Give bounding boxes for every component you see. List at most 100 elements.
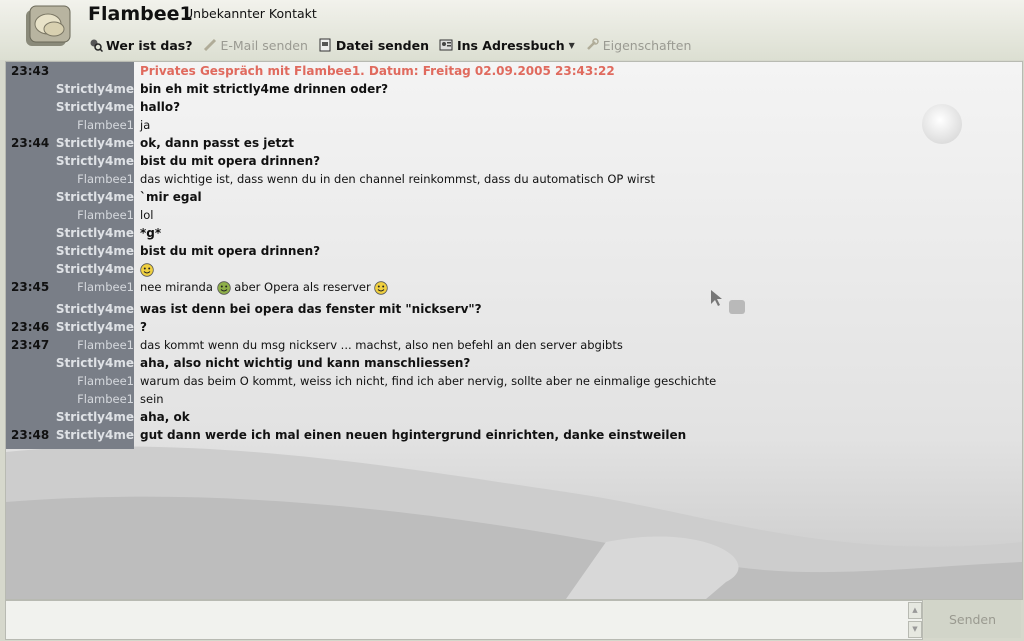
message-row: Flambee1 das wichtige ist, dass wenn du i… (6, 170, 1022, 188)
message-text-part: das wichtige ist, dass wenn du in den ch… (140, 172, 655, 186)
message-text: ? (140, 318, 147, 336)
document-icon (318, 38, 333, 53)
message-text: ja (140, 116, 150, 134)
message-text-part: warum das beim O kommt, weiss ich nicht,… (140, 374, 717, 388)
message-text (140, 260, 154, 278)
send-email-button[interactable]: E-Mail senden (202, 37, 308, 53)
send-button[interactable]: Senden (924, 600, 1021, 638)
message-nick: Strictly4me (55, 226, 134, 240)
message-nick: Flambee1 (77, 392, 134, 406)
message-text-part: hallo? (140, 100, 181, 114)
message-row: Flambee1 sein (6, 390, 1022, 408)
window-header: Flambee1 Unbekannter Kontakt Wer ist das… (0, 0, 1024, 60)
message-text-part: *g* (140, 226, 162, 240)
message-nick: Strictly4me (55, 136, 134, 150)
scroll-up-arrow[interactable]: ▲ (908, 602, 922, 619)
chevron-down-icon[interactable]: ▼ (569, 41, 575, 50)
message-nick: Strictly4me (55, 320, 134, 334)
who-is-button[interactable]: Wer ist das? (88, 38, 192, 53)
add-to-addressbook-label: Ins Adressbuch (456, 37, 565, 53)
message-text: bin eh mit strictly4me drinnen oder? (140, 80, 388, 98)
message-nick: Strictly4me (55, 356, 134, 370)
address-book-icon (439, 38, 454, 53)
message-row: 23:44 Strictly4me ok, dann passt es jetzt (6, 134, 1022, 152)
message-row: Flambee1 ja (6, 116, 1022, 134)
message-nick: Flambee1 (77, 374, 134, 388)
message-text-part: nee miranda (140, 280, 213, 294)
send-email-label: E-Mail senden (220, 37, 308, 53)
properties-button[interactable]: Eigenschaften (585, 37, 692, 53)
wrench-icon (585, 38, 600, 53)
message-timestamp: 23:44 (11, 136, 50, 150)
message-row: Flambee1 warum das beim O kommt, weiss ic… (6, 372, 1022, 390)
message-row: Strictly4me bist du mit opera drinnen? (6, 152, 1022, 170)
message-text-part: aha, ok (140, 410, 190, 424)
message-row: Strictly4me bist du mit opera drinnen? (6, 242, 1022, 260)
send-file-label: Datei senden (335, 37, 429, 53)
message-text-part: bist du mit opera drinnen? (140, 154, 321, 168)
message-row: 23:47 Flambee1 das kommt wenn du msg nicks… (6, 336, 1022, 354)
message-text: ok, dann passt es jetzt (140, 134, 294, 152)
send-file-button[interactable]: Datei senden (318, 38, 429, 53)
message-nick: Flambee1 (77, 338, 134, 352)
message-nick: Strictly4me (55, 244, 134, 258)
message-text: aha, also nicht wichtig und kann manschl… (140, 354, 470, 372)
message-row: 23:45 Flambee1 nee miranda aber Opera als … (6, 278, 1022, 300)
contact-status: Unbekannter Kontakt (184, 6, 317, 21)
message-nick: Flambee1 (77, 118, 134, 132)
message-text: gut dann werde ich mal einen neuen hgint… (140, 426, 686, 444)
message-text: aha, ok (140, 408, 190, 426)
message-text-part: Privates Gespräch mit Flambee1. Datum: F… (140, 64, 615, 78)
message-nick: Strictly4me (55, 428, 134, 442)
contact-name: Flambee1 (88, 3, 193, 25)
message-timestamp: 23:45 (11, 280, 50, 294)
message-timestamp: 23:46 (11, 320, 50, 334)
message-text: hallo? (140, 98, 180, 116)
message-text: sein (140, 390, 164, 408)
message-text-part: aha, also nicht wichtig und kann manschl… (140, 356, 471, 370)
message-row: Strictly4me aha, ok (6, 408, 1022, 426)
pencil-icon (202, 38, 217, 53)
message-text: *g* (140, 224, 161, 242)
add-to-addressbook-button[interactable]: Ins Adressbuch ▼ (439, 38, 575, 53)
toolbar: Wer ist das? E-Mail senden Datei senden … (88, 36, 701, 54)
message-text: `mir egal (140, 188, 202, 206)
properties-label: Eigenschaften (602, 37, 692, 53)
grin-smiley-icon (140, 262, 154, 277)
message-row: Strictly4me `mir egal (6, 188, 1022, 206)
message-text: das kommt wenn du msg nickserv ... machs… (140, 336, 623, 354)
scroll-down-arrow[interactable]: ▼ (908, 621, 922, 638)
message-timestamp: 23:48 (11, 428, 50, 442)
message-text-part: bin eh mit strictly4me drinnen oder? (140, 82, 389, 96)
user-search-icon (88, 38, 103, 53)
message-text-part: `mir egal (140, 190, 202, 204)
message-text: lol (140, 206, 153, 224)
message-input[interactable] (6, 601, 914, 641)
message-text-part: ? (140, 320, 147, 334)
message-nick: Flambee1 (77, 280, 134, 294)
message-text: das wichtige ist, dass wenn du in den ch… (140, 170, 655, 188)
message-row: Strictly4me was ist denn bei opera das fe… (6, 300, 1022, 318)
message-timestamp: 23:43 (11, 64, 50, 78)
message-row: Flambee1 lol (6, 206, 1022, 224)
chat-bubbles-icon (26, 5, 71, 46)
message-text-part: ja (140, 118, 151, 132)
message-text-part: sein (140, 392, 164, 406)
green-smiley-icon (216, 280, 231, 295)
message-row: 23:48 Strictly4me gut dann werde ich mal e… (6, 426, 1022, 444)
message-text-part: bist du mit opera drinnen? (140, 244, 321, 258)
message-row: Strictly4me (6, 260, 1022, 278)
who-is-label: Wer ist das? (106, 37, 193, 53)
grin-smiley-icon (374, 280, 389, 295)
message-nick: Strictly4me (55, 154, 134, 168)
message-nick: Strictly4me (55, 82, 134, 96)
message-row: Strictly4me bin eh mit strictly4me drinne… (6, 80, 1022, 98)
message-row: 23:43 Privates Gespräch mit Flambee1. Dat… (6, 62, 1022, 80)
message-row: 23:46 Strictly4me? (6, 318, 1022, 336)
chat-log[interactable]: 23:43 Privates Gespräch mit Flambee1. Dat… (5, 61, 1023, 600)
message-text: bist du mit opera drinnen? (140, 242, 320, 260)
message-text-part: ok, dann passt es jetzt (140, 136, 294, 150)
message-text-part: was ist denn bei opera das fenster mit "… (140, 302, 482, 316)
message-nick: Strictly4me (55, 100, 134, 114)
message-nick: Strictly4me (55, 410, 134, 424)
